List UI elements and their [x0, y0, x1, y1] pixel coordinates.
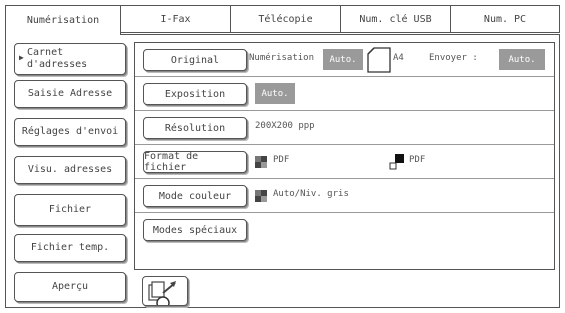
- carnet-adresses-button[interactable]: ▶ Carnet d'adresses: [14, 43, 126, 75]
- resolution-value: 200X200 ppp: [255, 121, 315, 131]
- scan-value-badge: Auto.: [323, 49, 363, 70]
- resolution-row: Résolution 200X200 ppp: [135, 111, 554, 145]
- speciaux-row: Modes spéciaux: [135, 213, 554, 247]
- couleur-row: Mode couleur Auto/Niv. gris: [135, 179, 554, 213]
- format-value-1: PDF: [273, 155, 290, 165]
- format-row: Format de fichier PDF PDF: [135, 145, 554, 179]
- grayscale-grid-icon: [255, 156, 267, 168]
- scan-send-icon: [148, 281, 176, 310]
- color-mode-grid-icon: [255, 190, 267, 202]
- carnet-label: Carnet d'adresses: [27, 47, 87, 71]
- carnet-line1: Carnet: [27, 47, 64, 58]
- tab-telecopie[interactable]: Télécopie: [230, 5, 341, 33]
- tab-num-cle-usb[interactable]: Num. clé USB: [340, 5, 451, 33]
- arrow-right-icon: ▶: [19, 53, 24, 62]
- original-button[interactable]: Original: [143, 49, 247, 71]
- tab-num-pc[interactable]: Num. PC: [450, 5, 560, 33]
- exposition-value-badge: Auto.: [255, 83, 295, 104]
- reglages-envoi-button[interactable]: Réglages d'envoi: [14, 118, 126, 146]
- mode-couleur-button[interactable]: Mode couleur: [143, 185, 247, 207]
- main-panel: ▶ Carnet d'adresses Saisie Adresse Régla…: [5, 34, 560, 308]
- send-value-badge: Auto.: [499, 49, 545, 70]
- paper-size: A4: [393, 53, 404, 63]
- quick-scan-button[interactable]: [142, 276, 188, 310]
- document-icon: [367, 47, 391, 73]
- bw-format-icon: [389, 154, 404, 170]
- saisie-adresse-button[interactable]: Saisie Adresse: [14, 80, 126, 108]
- tab-ifax[interactable]: I-Fax: [120, 5, 231, 33]
- mode-tabs: Numérisation I-Fax Télécopie Num. clé US…: [5, 5, 560, 35]
- visu-adresses-button[interactable]: Visu. adresses: [14, 156, 126, 184]
- tab-numerisation[interactable]: Numérisation: [5, 5, 121, 35]
- resolution-button[interactable]: Résolution: [143, 117, 247, 139]
- couleur-value: Auto/Niv. gris: [273, 189, 349, 199]
- original-row: Original Numérisation Auto. A4 Envoyer :…: [135, 43, 554, 77]
- fichier-temp-button[interactable]: Fichier temp.: [14, 234, 126, 262]
- fichier-button[interactable]: Fichier: [14, 194, 126, 226]
- apercu-button[interactable]: Aperçu: [14, 272, 126, 302]
- send-label: Envoyer :: [429, 53, 478, 63]
- exposition-button[interactable]: Exposition: [143, 83, 247, 105]
- format-fichier-button[interactable]: Format de fichier: [143, 151, 247, 173]
- format-value-2: PDF: [409, 155, 426, 165]
- scan-screen: Numérisation I-Fax Télécopie Num. clé US…: [5, 5, 560, 310]
- scan-label: Numérisation: [249, 53, 315, 63]
- modes-speciaux-button[interactable]: Modes spéciaux: [143, 219, 247, 241]
- carnet-line2: d'adresses: [27, 59, 88, 70]
- exposition-row: Exposition Auto.: [135, 77, 554, 111]
- settings-box: Original Numérisation Auto. A4 Envoyer :…: [134, 42, 555, 270]
